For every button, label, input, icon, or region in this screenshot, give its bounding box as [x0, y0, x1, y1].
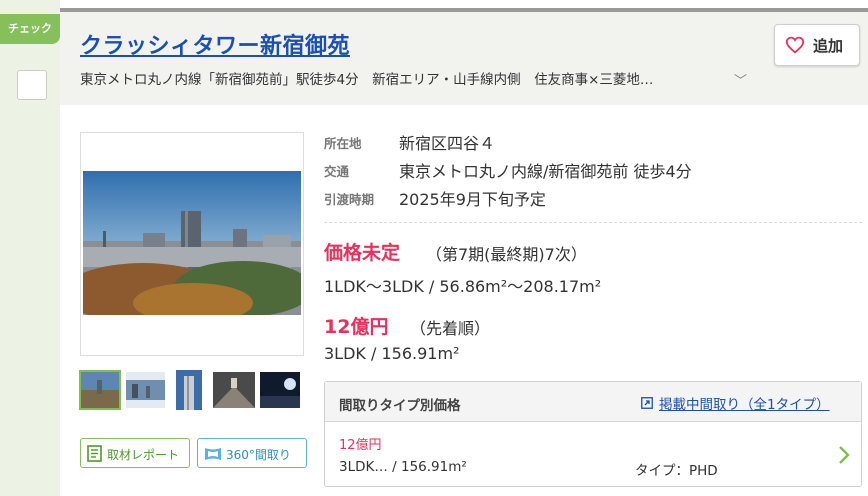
panorama-icon	[205, 448, 221, 460]
expand-chevron-icon[interactable]: ﹀	[734, 70, 747, 89]
floorplan-price-table: 間取りタイプ別価格 掲載中間取り（全1タイプ） 12億円 3LDK… / 156…	[324, 381, 862, 487]
offer-2-note: （先着順）	[410, 319, 491, 338]
check-tab: チェック	[0, 14, 60, 44]
floorplan-row-layout: 3LDK… / 156.91m²	[339, 459, 467, 475]
info-value: 東京メトロ丸ノ内線/新宿御苑前 徒歩4分	[399, 162, 692, 181]
info-divider	[324, 222, 862, 223]
info-key: 交通	[324, 164, 350, 179]
offer-1-layout: 1LDK～3LDK / 56.86m²～208.17m²	[324, 277, 602, 296]
offer-2-layout: 3LDK / 156.91m²	[324, 344, 460, 363]
thumbnail-image	[126, 372, 165, 408]
floorplan-list-link[interactable]: 掲載中間取り（全1タイプ）	[659, 393, 830, 413]
thumbnail-image	[81, 372, 119, 408]
info-value: 2025年9月下旬予定	[399, 190, 546, 209]
floorplan-table-heading: 間取りタイプ別価格	[339, 398, 461, 414]
floorplan-table-header: 間取りタイプ別価格 掲載中間取り（全1タイプ）	[325, 382, 861, 422]
add-favorite-label: 追加	[813, 37, 844, 55]
main-photo-image	[83, 171, 301, 315]
property-subtitle: 東京メトロ丸ノ内線「新宿御苑前」駅徒歩4分 新宿エリア・山手線内側 住友商事×三…	[80, 72, 654, 88]
thumbnail-1[interactable]	[79, 370, 121, 410]
floorplan-row-price: 12億円	[339, 438, 382, 453]
thumbnail-5[interactable]	[260, 372, 300, 408]
info-value: 新宿区四谷４	[399, 134, 496, 153]
tour-360-label: 360°間取り	[226, 448, 291, 462]
offer-1-note: （第7期(最終期)7次）	[426, 245, 587, 264]
chevron-right-icon[interactable]	[837, 444, 851, 466]
floorplan-row-type: タイプ：PHD	[635, 463, 718, 479]
report-button[interactable]: 取材レポート	[80, 438, 190, 468]
external-link-icon	[641, 397, 653, 409]
tour-360-button[interactable]: 360°間取り	[197, 438, 307, 468]
offer-2-price: 12億円	[324, 316, 389, 338]
main-photo-frame[interactable]	[80, 132, 304, 356]
property-title-link[interactable]: クラッシィタワー新宿御苑	[80, 28, 350, 60]
thumbnail-image	[176, 370, 202, 410]
thumbnail-3[interactable]	[176, 370, 202, 410]
check-checkbox[interactable]	[17, 70, 47, 100]
report-label: 取材レポート	[107, 448, 180, 462]
info-key: 引渡時期	[324, 192, 375, 207]
thumbnail-image	[213, 372, 255, 408]
report-icon	[87, 445, 102, 462]
thumbnail-2[interactable]	[126, 372, 165, 408]
heart-icon	[785, 36, 805, 54]
info-key: 所在地	[324, 136, 362, 151]
thumbnail-4[interactable]	[213, 372, 255, 408]
add-favorite-button[interactable]: 追加	[774, 24, 860, 66]
thumbnail-image	[260, 372, 300, 408]
offer-1-price: 価格未定	[324, 242, 401, 264]
